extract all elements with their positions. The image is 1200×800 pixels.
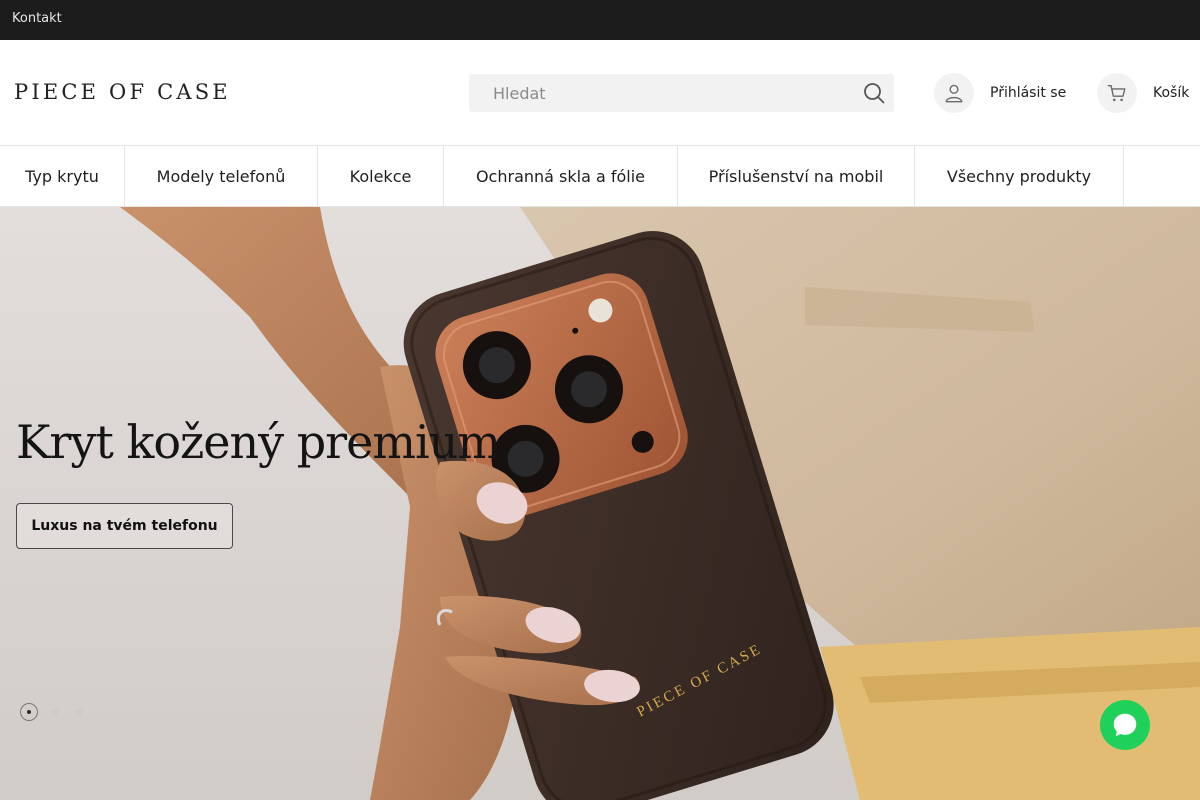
slider-dot[interactable] xyxy=(20,703,38,721)
nav-item-screen-protectors[interactable]: Ochranná skla a fólie xyxy=(444,146,678,206)
site-header: PIECE OF CASE Přihlásit se Košík xyxy=(0,40,1200,146)
slider-dot[interactable] xyxy=(52,709,58,715)
cart-button[interactable]: Košík xyxy=(1097,73,1189,113)
top-bar: Kontakt xyxy=(0,0,1200,40)
slider-pagination xyxy=(20,703,100,721)
hero-banner[interactable]: PIECE OF CASE Kryt kožený premium Luxus … xyxy=(0,207,1200,800)
chat-button[interactable] xyxy=(1100,700,1150,750)
main-navigation: Typ krytu Modely telefonů Kolekce Ochran… xyxy=(0,146,1200,207)
contact-link[interactable]: Kontakt xyxy=(12,11,62,26)
nav-item-accessories[interactable]: Příslušenství na mobil xyxy=(678,146,915,206)
cart-label: Košík xyxy=(1153,85,1190,101)
login-button[interactable]: Přihlásit se xyxy=(934,73,1066,113)
hero-title: Kryt kožený premium xyxy=(16,415,501,469)
nav-item-case-type[interactable]: Typ krytu xyxy=(0,146,125,206)
brand-logo[interactable]: PIECE OF CASE xyxy=(14,80,231,104)
cart-icon xyxy=(1097,73,1137,113)
nav-item-all-products[interactable]: Všechny produkty xyxy=(915,146,1124,206)
user-icon xyxy=(934,73,974,113)
chat-bubble-icon xyxy=(1113,713,1137,737)
nav-item-phone-models[interactable]: Modely telefonů xyxy=(125,146,318,206)
search-input[interactable] xyxy=(469,74,849,112)
search-icon[interactable] xyxy=(862,81,886,105)
hero-cta-button[interactable]: Luxus na tvém telefonu xyxy=(16,503,233,549)
slider-dot[interactable] xyxy=(76,709,82,715)
nav-item-collections[interactable]: Kolekce xyxy=(318,146,444,206)
login-label: Přihlásit se xyxy=(990,85,1067,101)
search-box xyxy=(469,74,894,112)
